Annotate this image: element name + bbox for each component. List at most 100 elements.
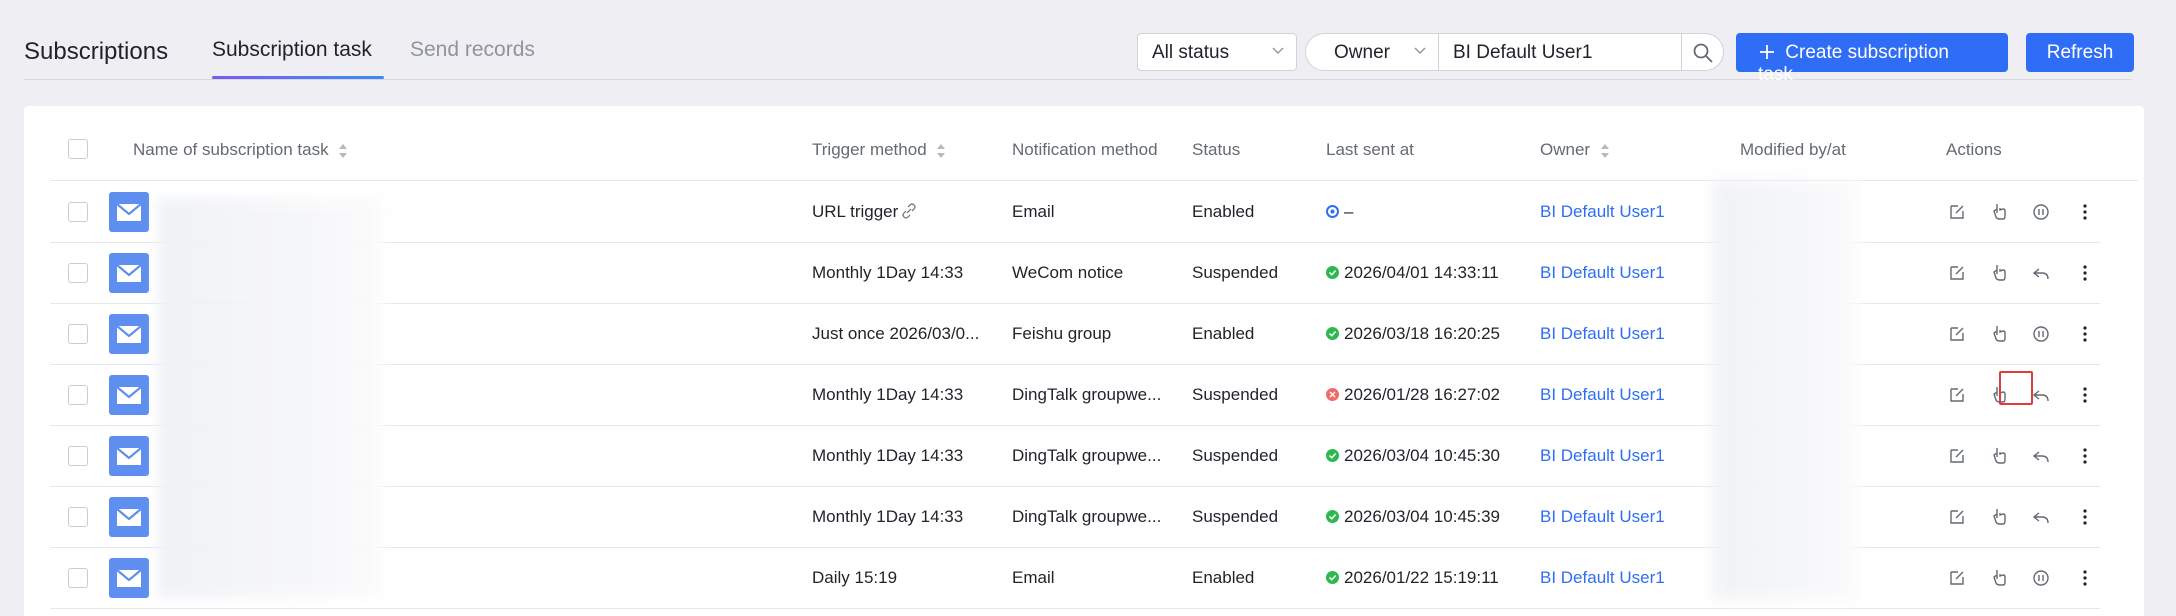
pause-icon[interactable] xyxy=(2030,201,2052,223)
tab-send-records[interactable]: Send records xyxy=(410,38,535,62)
trigger-method: Monthly 1Day 14:33 xyxy=(812,385,963,405)
header-divider xyxy=(24,79,2132,80)
status-text: Suspended xyxy=(1192,263,1279,282)
pause-icon[interactable] xyxy=(2030,567,2052,589)
owner-link[interactable]: BI Default User1 xyxy=(1540,202,1665,222)
url-trigger-status-icon xyxy=(1326,205,1339,218)
page-title: Subscriptions xyxy=(24,38,169,65)
edit-icon[interactable] xyxy=(1946,384,1968,406)
row-checkbox[interactable] xyxy=(68,324,88,344)
edit-icon[interactable] xyxy=(1946,201,1968,223)
pause-icon[interactable] xyxy=(2030,323,2052,345)
trigger-send-icon[interactable] xyxy=(1988,445,2010,467)
page-header: Subscriptions Subscription task Send rec… xyxy=(0,0,2176,85)
sort-icon xyxy=(339,143,348,158)
edit-icon[interactable] xyxy=(1946,506,1968,528)
trigger-method: Just once 2026/03/0... xyxy=(812,324,979,344)
status-select[interactable]: All status xyxy=(1137,33,1297,71)
refresh-button[interactable]: Refresh xyxy=(2026,33,2134,72)
redacted-task-names xyxy=(158,198,384,598)
column-header-name-label: Name of subscription task xyxy=(133,140,329,159)
tab-subscription-task[interactable]: Subscription task xyxy=(212,38,372,62)
owner-search-input[interactable]: BI Default User1 xyxy=(1439,33,1682,71)
search-button[interactable] xyxy=(1681,33,1724,71)
trigger-send-icon[interactable] xyxy=(1988,506,2010,528)
resume-icon[interactable] xyxy=(2030,262,2052,284)
resume-icon[interactable] xyxy=(2030,506,2052,528)
more-actions-icon[interactable] xyxy=(2074,506,2096,528)
row-checkbox[interactable] xyxy=(68,446,88,466)
column-header-owner[interactable]: Owner xyxy=(1540,140,1610,160)
row-checkbox[interactable] xyxy=(68,385,88,405)
success-status-icon xyxy=(1326,449,1339,462)
resume-icon[interactable] xyxy=(2030,445,2052,467)
select-all-checkbox[interactable] xyxy=(68,139,88,159)
link-icon xyxy=(902,203,916,219)
notification-method: DingTalk groupwe... xyxy=(1012,446,1162,465)
more-actions-icon[interactable] xyxy=(2074,262,2096,284)
last-sent: 2026/03/04 10:45:30 xyxy=(1326,446,1500,466)
more-actions-icon[interactable] xyxy=(2074,384,2096,406)
edit-icon[interactable] xyxy=(1946,445,1968,467)
status-select-value: All status xyxy=(1152,42,1230,63)
create-subscription-task-button[interactable]: Create subscription task xyxy=(1736,33,2008,85)
edit-icon[interactable] xyxy=(1946,567,1968,589)
more-actions-icon[interactable] xyxy=(2074,567,2096,589)
last-sent: 2026/01/28 16:27:02 xyxy=(1326,385,1500,405)
column-header-trigger[interactable]: Trigger method xyxy=(812,140,946,160)
notification-method: Feishu group xyxy=(1012,324,1112,343)
trigger-method: Monthly 1Day 14:33 xyxy=(812,507,963,527)
success-status-icon xyxy=(1326,571,1339,584)
column-header-modified: Modified by/at xyxy=(1740,140,1846,159)
trigger-method: Daily 15:19 xyxy=(812,568,897,588)
mail-icon xyxy=(109,436,149,476)
status-text: Suspended xyxy=(1192,385,1279,404)
column-header-notification: Notification method xyxy=(1012,140,1158,159)
owner-link[interactable]: BI Default User1 xyxy=(1540,446,1665,466)
owner-link[interactable]: BI Default User1 xyxy=(1540,263,1665,283)
status-text: Enabled xyxy=(1192,324,1255,343)
last-sent-text: 2026/03/04 10:45:39 xyxy=(1344,507,1500,526)
status-text: Enabled xyxy=(1192,202,1255,221)
trigger-send-icon[interactable] xyxy=(1988,567,2010,589)
owner-filter-select[interactable]: Owner xyxy=(1305,33,1439,71)
notification-method: DingTalk groupwe... xyxy=(1012,507,1162,526)
row-checkbox[interactable] xyxy=(68,507,88,527)
status-text: Enabled xyxy=(1192,568,1255,587)
edit-icon[interactable] xyxy=(1946,262,1968,284)
owner-link[interactable]: BI Default User1 xyxy=(1540,324,1665,344)
last-sent-text: 2026/03/04 10:45:30 xyxy=(1344,446,1500,465)
notification-method: Email xyxy=(1012,202,1055,221)
row-checkbox[interactable] xyxy=(68,263,88,283)
column-header-name[interactable]: Name of subscription task xyxy=(133,140,348,160)
more-actions-icon[interactable] xyxy=(2074,201,2096,223)
notification-method: DingTalk groupwe... xyxy=(1012,385,1162,404)
error-status-icon xyxy=(1326,388,1339,401)
more-actions-icon[interactable] xyxy=(2074,323,2096,345)
trigger-method: Monthly 1Day 14:33 xyxy=(812,446,963,466)
plus-icon xyxy=(1760,45,1774,59)
edit-icon[interactable] xyxy=(1946,323,1968,345)
trigger-send-icon[interactable] xyxy=(1988,323,2010,345)
row-checkbox[interactable] xyxy=(68,568,88,588)
column-header-trigger-label: Trigger method xyxy=(812,140,927,159)
owner-link[interactable]: BI Default User1 xyxy=(1540,507,1665,527)
resume-icon[interactable] xyxy=(2030,384,2052,406)
column-header-owner-label: Owner xyxy=(1540,140,1591,159)
status-text: Suspended xyxy=(1192,446,1279,465)
trigger-method-text: URL trigger xyxy=(812,202,899,221)
owner-link[interactable]: BI Default User1 xyxy=(1540,385,1665,405)
trigger-send-icon[interactable] xyxy=(1988,201,2010,223)
success-status-icon xyxy=(1326,266,1339,279)
search-icon xyxy=(1693,43,1713,63)
chevron-down-icon xyxy=(1272,47,1284,54)
highlight-box xyxy=(1999,371,2033,405)
redacted-modified-column xyxy=(1712,180,1860,600)
trigger-send-icon[interactable] xyxy=(1988,262,2010,284)
row-checkbox[interactable] xyxy=(68,202,88,222)
last-sent-text: 2026/04/01 14:33:11 xyxy=(1344,263,1499,282)
more-actions-icon[interactable] xyxy=(2074,445,2096,467)
last-sent: 2026/01/22 15:19:11 xyxy=(1326,568,1499,588)
owner-link[interactable]: BI Default User1 xyxy=(1540,568,1665,588)
trigger-method-text: Monthly 1Day 14:33 xyxy=(812,263,964,282)
